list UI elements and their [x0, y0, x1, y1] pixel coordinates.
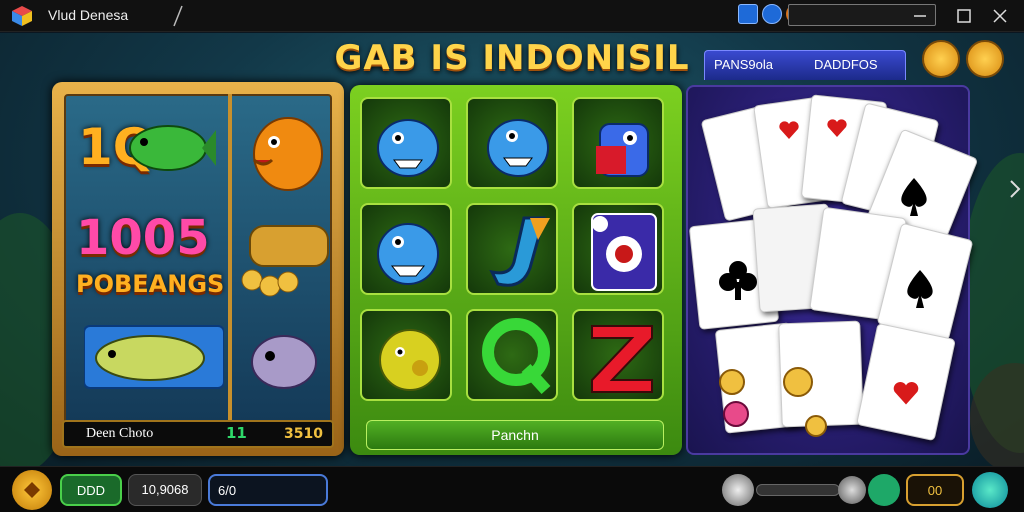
chip-stack-icon: [719, 367, 827, 437]
window-title: Vlud Denesa: [48, 7, 129, 23]
heart-icon: [893, 381, 919, 405]
blue-fish-card-icon: [84, 325, 224, 389]
slot-footer-value: 3510: [284, 426, 323, 442]
minimize-icon[interactable]: [910, 6, 930, 26]
blue-monster-icon: [487, 119, 549, 177]
film-reel-icon[interactable]: [722, 474, 754, 506]
count-pill: 00: [906, 474, 964, 506]
blue-monster-icon: [377, 223, 439, 285]
slot-symbol-pobeangs: POBEANGS: [76, 270, 225, 298]
letter-z-icon: [591, 325, 653, 393]
refresh-icon[interactable]: [762, 4, 782, 24]
spade-icon: [901, 178, 927, 216]
reel-divider: [228, 94, 232, 424]
close-icon[interactable]: [990, 6, 1010, 26]
film-reel-icon[interactable]: [838, 476, 866, 504]
speaker-icon[interactable]: [868, 474, 900, 506]
amount-input[interactable]: 6/0: [208, 474, 328, 506]
treasure-cannon-icon: [241, 225, 329, 297]
letter-q-icon: [482, 318, 551, 395]
spin-button[interactable]: [972, 472, 1008, 508]
chevron-right-icon[interactable]: [1008, 178, 1022, 200]
app-cube-icon: [12, 6, 32, 26]
slot-symbol-1005: 1005: [76, 210, 210, 266]
bet-pill[interactable]: DDD: [60, 474, 122, 506]
slot-footer-label: Deen Choto: [86, 426, 154, 441]
refresh-round-button[interactable]: [922, 40, 960, 78]
menu-round-button[interactable]: [966, 40, 1004, 78]
grid-action-button[interactable]: Panchn: [366, 420, 664, 450]
maximize-icon[interactable]: [954, 6, 974, 26]
diamond-icon: [24, 482, 40, 498]
letter-j-icon: [489, 216, 550, 287]
red-monster-icon: [596, 123, 649, 177]
slot-footer-mid: 11: [226, 424, 247, 442]
title-bar: Vlud Denesa: [0, 0, 1024, 32]
heart-icon: [779, 121, 799, 139]
title-divider: [173, 5, 183, 27]
tab-pans9ola[interactable]: PANS9ola: [714, 57, 773, 72]
game-headline: GAB IS INDONISIL: [334, 38, 690, 78]
heart-icon: [827, 119, 847, 137]
club-icon: [719, 261, 757, 300]
yellow-puffer-icon: [379, 329, 441, 391]
playing-card-q-icon: [591, 213, 657, 291]
grey-fish-icon: [251, 335, 317, 389]
green-fish-icon: [129, 125, 216, 171]
blue-monster-icon: [377, 119, 439, 177]
spade-icon: [907, 270, 933, 308]
tab-daddfos[interactable]: DADDFOS: [814, 57, 878, 72]
balance-pill: 10,9068: [128, 474, 202, 506]
grid-view-icon[interactable]: [738, 4, 758, 24]
progress-track: [756, 484, 840, 496]
gold-fish-icon: [253, 117, 323, 191]
